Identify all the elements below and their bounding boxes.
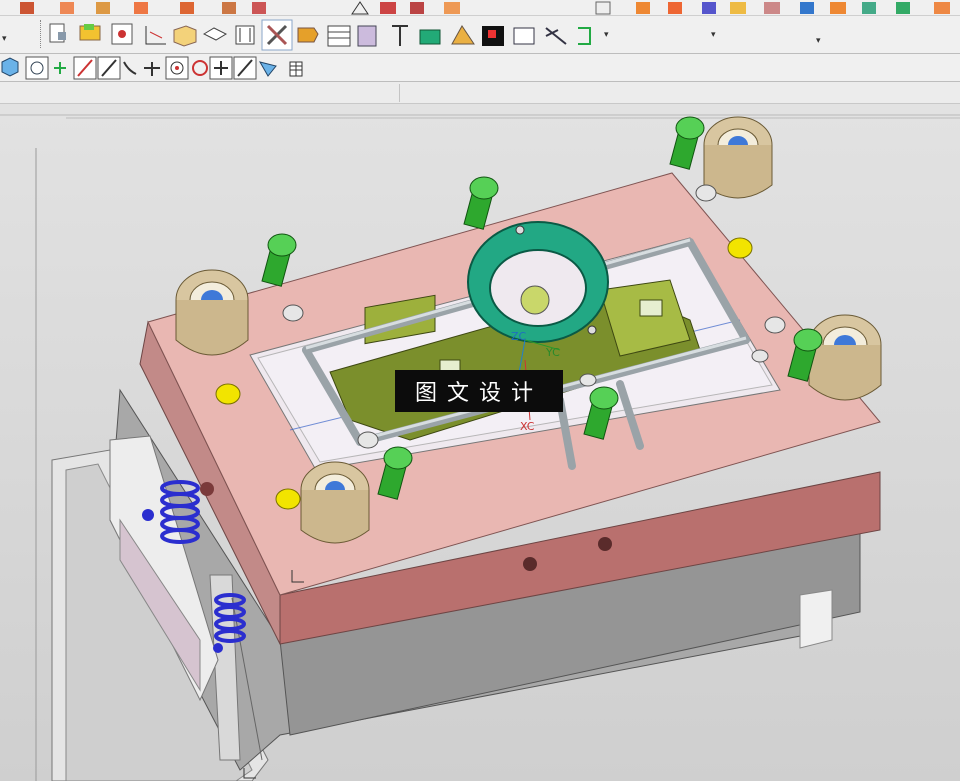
dropdown-arrow[interactable]: ▾ xyxy=(604,30,609,40)
locating-ring xyxy=(467,221,609,343)
scale-icon xyxy=(410,2,424,14)
mold-csys-icon xyxy=(111,23,133,45)
mold-assembly-model[interactable]: ZC YC XC xyxy=(0,104,960,781)
standard-parts-icon xyxy=(357,25,377,47)
guide-bushing xyxy=(703,116,773,199)
shrinkage-icon xyxy=(145,26,166,45)
sub-insert-icon xyxy=(482,26,504,46)
move-icon xyxy=(222,2,236,14)
mold-base-icon xyxy=(327,25,351,47)
cavity-layout-icon xyxy=(202,27,228,41)
runner-icon xyxy=(545,27,567,45)
yc-axis-label: YC xyxy=(545,346,560,359)
close-part-icon xyxy=(60,2,74,14)
grid-icon xyxy=(289,61,303,77)
select-icon xyxy=(258,61,277,77)
status-bar-strip xyxy=(0,82,960,104)
pipe-icon xyxy=(668,2,682,14)
mold-wizard-icons[interactable] xyxy=(0,16,960,54)
ejector-pin-icon xyxy=(392,25,408,46)
workpiece-icon xyxy=(173,25,197,47)
guide-bushing xyxy=(808,314,882,401)
separator xyxy=(399,84,400,102)
dropdown-arrow[interactable]: ▾ xyxy=(711,30,716,40)
texture-icon xyxy=(764,2,780,14)
socket-head-bolt xyxy=(463,176,499,230)
xc-axis-label: XC xyxy=(520,420,535,433)
render-icon xyxy=(730,2,746,14)
mesh-icon xyxy=(380,2,396,14)
slider-lifter-icon xyxy=(451,25,475,45)
ejector-post-icon xyxy=(419,29,441,45)
assembly-icon xyxy=(180,2,194,14)
copy-part-icon xyxy=(96,2,110,14)
multi-cavity-icon xyxy=(235,25,255,45)
project-init-icon xyxy=(49,23,66,43)
zc-axis-label: ZC xyxy=(511,330,527,343)
gate-icon xyxy=(513,27,535,45)
cube-view-icon xyxy=(1,57,19,77)
extrude-icon xyxy=(595,1,611,15)
parting-icon xyxy=(297,27,319,43)
guide-bushing xyxy=(175,269,249,356)
curve-icon xyxy=(123,61,137,75)
graphics-viewport[interactable]: ZC YC XC 图文设计 xyxy=(0,104,960,781)
toolbar-mold-wizard: ▾ ▾ ▾ ▾ xyxy=(0,16,960,54)
mold-wizard-icon xyxy=(20,2,34,14)
clone-icon xyxy=(252,2,266,14)
triangle-icon xyxy=(351,1,369,15)
material-icon xyxy=(702,2,716,14)
circle-icon xyxy=(192,60,208,76)
cooling-icon xyxy=(578,27,591,45)
surface-icon xyxy=(444,2,460,14)
snap-points-icon xyxy=(25,56,49,80)
toolbar-snap xyxy=(0,54,960,82)
layer-icon xyxy=(134,2,148,14)
toolbar-row-top xyxy=(0,0,960,16)
watermark-label: 图文设计 xyxy=(395,370,563,412)
guide-bushing xyxy=(300,461,370,544)
socket-head-bolt xyxy=(261,233,297,287)
point-icon xyxy=(54,62,66,74)
intersection-icon xyxy=(144,62,160,76)
part-family-icon xyxy=(79,24,101,41)
toolbar-overflow-arrow[interactable]: ▾ xyxy=(816,36,821,46)
snap-icons[interactable] xyxy=(0,54,960,82)
shade-icon xyxy=(636,2,650,14)
toolbar-top-icons[interactable] xyxy=(0,0,960,16)
socket-head-bolt xyxy=(669,116,705,170)
